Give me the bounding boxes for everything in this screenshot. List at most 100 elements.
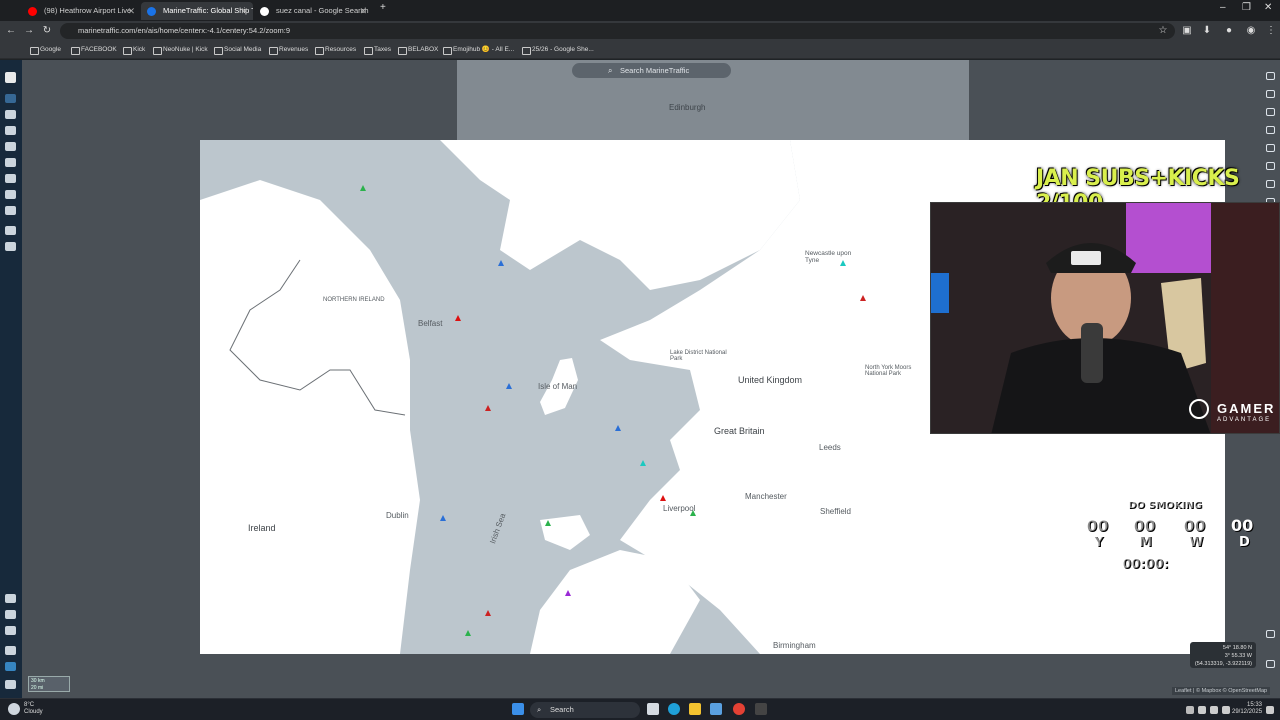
settings-icon[interactable] xyxy=(5,680,16,689)
ship-marker[interactable] xyxy=(485,610,491,616)
bookmark-belabox[interactable]: BELABOX xyxy=(398,44,438,56)
bookmark-revenues[interactable]: Revenues xyxy=(269,44,308,56)
extensions-icon[interactable]: ▣ xyxy=(1180,24,1194,38)
close-icon[interactable]: ✕ xyxy=(359,2,367,20)
clock[interactable]: 15:33 29/12/2025 xyxy=(1232,702,1262,716)
tab-marinetraffic[interactable]: MarineTraffic: Global Ship Track ✕ xyxy=(141,2,253,20)
ship-marker[interactable] xyxy=(440,515,446,521)
bookmark-emojihub[interactable]: Emojihub 😊 - All E... xyxy=(443,44,514,56)
layers-icon[interactable] xyxy=(5,206,16,215)
task-view-icon[interactable] xyxy=(647,703,659,715)
map-label-lake-district: Lake District National Park xyxy=(670,350,727,362)
downloads-icon[interactable]: ⬇ xyxy=(1200,24,1214,38)
new-tab-button[interactable]: + xyxy=(380,2,386,13)
close-icon[interactable]: ✕ xyxy=(127,2,135,20)
map-icon[interactable] xyxy=(5,94,16,103)
back-icon[interactable]: ← xyxy=(4,24,18,38)
tab-heathrow[interactable]: (98) Heathrow Airport Live ✕ xyxy=(22,2,140,20)
edge-icon[interactable] xyxy=(668,703,680,715)
app-icon[interactable] xyxy=(755,703,767,715)
chrome-icon[interactable] xyxy=(733,703,745,715)
bookmark-neonuke[interactable]: NeoNuke | Kick xyxy=(153,44,208,56)
ship-marker[interactable] xyxy=(360,185,366,191)
map-label-dublin: Dublin xyxy=(386,511,409,520)
zoom-in-icon[interactable] xyxy=(1266,630,1275,638)
mail-icon[interactable] xyxy=(710,703,722,715)
volume-icon[interactable] xyxy=(1210,706,1218,714)
ship-marker[interactable] xyxy=(506,383,512,389)
reload-icon[interactable]: ↻ xyxy=(40,24,54,38)
ship-marker[interactable] xyxy=(860,295,866,301)
battery-icon[interactable] xyxy=(1222,706,1230,714)
network-icon[interactable] xyxy=(1198,706,1206,714)
file-explorer-icon[interactable] xyxy=(689,703,701,715)
weather-icon[interactable] xyxy=(1266,90,1275,98)
tab-title: suez canal - Google Search xyxy=(276,6,369,15)
bookmark-sheets[interactable]: 25/26 - Google She... xyxy=(522,44,594,56)
map-attribution[interactable]: Leaflet | © Mapbox © OpenStreetMap xyxy=(1172,687,1271,695)
bookmarks-bar: Google FACEBOOK Kick NeoNuke | Kick Soci… xyxy=(0,41,1280,59)
window-close-icon[interactable]: ✕ xyxy=(1264,2,1272,13)
browser-tab-strip: (98) Heathrow Airport Live ✕ MarineTraff… xyxy=(0,0,1280,21)
profile-icon[interactable]: ● xyxy=(1222,24,1236,38)
ship-marker[interactable] xyxy=(455,315,461,321)
ship-marker[interactable] xyxy=(690,510,696,516)
bookmark-facebook[interactable]: FACEBOOK xyxy=(71,44,117,56)
bookmark-kick[interactable]: Kick xyxy=(123,44,145,56)
ship-icon[interactable] xyxy=(5,226,16,235)
forward-icon[interactable]: → xyxy=(22,24,36,38)
marinetraffic-logo-icon[interactable] xyxy=(5,72,16,83)
density-icon[interactable] xyxy=(1266,144,1275,152)
ship-marker[interactable] xyxy=(615,425,621,431)
bookmark-resources[interactable]: Resources xyxy=(315,44,356,56)
zoom-out-icon[interactable] xyxy=(1266,660,1275,668)
weather-widget[interactable]: 8°C Cloudy xyxy=(24,702,43,716)
news-icon[interactable] xyxy=(5,190,16,199)
ship-marker[interactable] xyxy=(465,630,471,636)
tag-icon[interactable] xyxy=(5,594,16,603)
menu-icon[interactable]: ⋮ xyxy=(1264,24,1278,38)
anchor-icon[interactable] xyxy=(5,142,16,151)
marinetraffic-icon xyxy=(147,7,156,16)
map-label-great-britain: Great Britain xyxy=(714,426,765,436)
timer-days: 00 xyxy=(1231,516,1254,535)
measure-icon[interactable] xyxy=(1266,126,1275,134)
search-input[interactable]: ⌕ Search MarineTraffic xyxy=(572,63,731,78)
gamer-advantage-logo-icon xyxy=(1189,399,1209,419)
account-icon[interactable] xyxy=(5,662,16,671)
minimize-icon[interactable]: – xyxy=(1220,2,1226,13)
close-icon[interactable]: ✕ xyxy=(240,2,248,20)
bookmark-star-icon[interactable]: ☆ xyxy=(1156,24,1170,38)
webcam-image xyxy=(931,203,1279,433)
vessel-icon[interactable] xyxy=(5,110,16,119)
list-icon[interactable] xyxy=(5,242,16,251)
notifications-icon[interactable] xyxy=(1266,706,1274,714)
route-icon[interactable] xyxy=(5,174,16,183)
port-icon[interactable] xyxy=(5,126,16,135)
bell-icon[interactable] xyxy=(5,646,16,655)
ship-marker[interactable] xyxy=(545,520,551,526)
bookmark-social-media[interactable]: Social Media xyxy=(214,44,261,56)
avatar[interactable]: ◉ xyxy=(1244,24,1258,38)
address-bar[interactable]: marinetraffic.com/en/ais/home/centerx:-4… xyxy=(60,23,1175,39)
maximize-icon[interactable]: ❐ xyxy=(1242,2,1251,13)
ship-marker[interactable] xyxy=(498,260,504,266)
taskbar-search[interactable]: ⌕ Search xyxy=(530,702,640,718)
user-group-icon[interactable] xyxy=(5,626,16,635)
ship-marker[interactable] xyxy=(485,405,491,411)
document-icon[interactable] xyxy=(5,610,16,619)
weather-icon[interactable] xyxy=(8,703,20,715)
tray-chevron-icon[interactable] xyxy=(1186,706,1194,714)
bookmark-taxes[interactable]: Taxes xyxy=(364,44,391,56)
ship-marker[interactable] xyxy=(565,590,571,596)
ship-marker[interactable] xyxy=(640,460,646,466)
ship-marker[interactable] xyxy=(660,495,666,501)
ship-marker[interactable] xyxy=(840,260,846,266)
start-icon[interactable] xyxy=(512,703,524,715)
tab-google-search[interactable]: suez canal - Google Search ✕ xyxy=(254,2,372,20)
fleet-icon[interactable] xyxy=(5,158,16,167)
filter-icon[interactable] xyxy=(1266,108,1275,116)
bookmark-google[interactable]: Google xyxy=(30,44,61,56)
layers-icon[interactable] xyxy=(1266,72,1275,80)
windows-taskbar: 8°C Cloudy ⌕ Search 15:33 29/12/2025 xyxy=(0,698,1280,720)
